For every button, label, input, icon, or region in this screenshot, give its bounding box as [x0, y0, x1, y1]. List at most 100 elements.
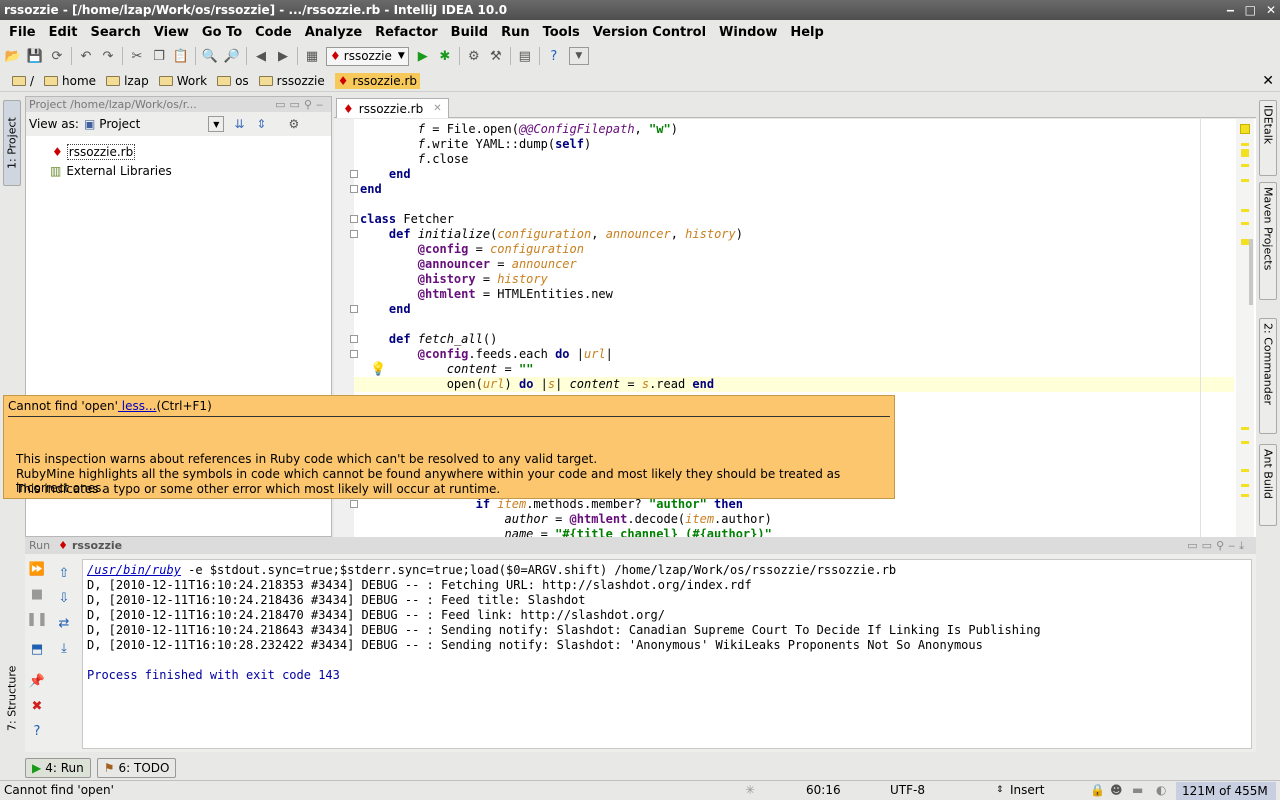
up-arrow-icon[interactable]: ⇧: [55, 564, 73, 582]
menu-edit[interactable]: Edit: [49, 25, 78, 40]
menu-code[interactable]: Code: [255, 25, 292, 40]
settings-icon[interactable]: ⚙: [463, 46, 485, 66]
tab-structure[interactable]: 7: Structure: [3, 652, 21, 744]
notifications-icon[interactable]: ◐: [1156, 781, 1166, 799]
warning-mark[interactable]: [1241, 427, 1249, 430]
event-log-icon[interactable]: ▬: [1132, 781, 1143, 799]
menu-file[interactable]: File: [9, 25, 36, 40]
breadcrumb-lzap[interactable]: lzap: [106, 74, 149, 88]
save-icon[interactable]: 💾: [24, 46, 46, 66]
console-command-link[interactable]: /usr/bin/ruby: [87, 563, 181, 577]
warning-mark[interactable]: [1241, 164, 1249, 167]
panel-header-controls[interactable]: ▭▭⚲‒⤓: [1187, 539, 1248, 553]
breadcrumb-file[interactable]: ♦ rssozzie.rb: [334, 72, 420, 89]
stop-icon[interactable]: ■: [28, 585, 46, 603]
tab-idetalk[interactable]: IDEtalk: [1259, 100, 1277, 176]
menu-analyze[interactable]: Analyze: [305, 25, 362, 40]
tab-todo[interactable]: ⚑ 6: TODO: [96, 758, 177, 778]
menu-build[interactable]: Build: [451, 25, 488, 40]
tab-maven-projects[interactable]: Maven Projects: [1259, 182, 1277, 300]
tree-item-external-libraries[interactable]: ▥ External Libraries: [34, 162, 172, 179]
run-config-select[interactable]: ♦ rssozzie ▼: [326, 46, 409, 66]
warning-mark[interactable]: [1241, 149, 1249, 157]
maximize-button[interactable]: □: [1245, 0, 1256, 20]
warning-mark[interactable]: [1241, 209, 1249, 212]
pin-icon[interactable]: 📌: [28, 672, 46, 690]
fold-marker[interactable]: [350, 500, 358, 508]
forward-icon[interactable]: ▶: [272, 46, 294, 66]
fold-marker[interactable]: [350, 215, 358, 223]
breadcrumb-work[interactable]: Work: [158, 74, 207, 88]
collapse-all-icon[interactable]: ⇕: [256, 117, 266, 131]
undo-icon[interactable]: ↶: [75, 46, 97, 66]
close-icon[interactable]: ✕: [1262, 73, 1274, 89]
menu-tools[interactable]: Tools: [543, 25, 580, 40]
find-icon[interactable]: 🔍: [199, 46, 221, 66]
tab-commander[interactable]: 2: Commander: [1259, 318, 1277, 434]
warning-mark[interactable]: [1241, 239, 1249, 245]
file-icon[interactable]: ▤: [514, 46, 536, 66]
insert-mode[interactable]: Insert: [1010, 781, 1044, 799]
open-icon[interactable]: 📂: [2, 46, 24, 66]
back-icon[interactable]: ◀: [250, 46, 272, 66]
fold-marker[interactable]: [350, 350, 358, 358]
soft-wrap-icon[interactable]: ⇄: [55, 614, 73, 632]
cut-icon[interactable]: ✂: [126, 46, 148, 66]
hector-icon[interactable]: ☻: [1110, 781, 1123, 799]
fold-marker[interactable]: [350, 185, 358, 193]
menu-window[interactable]: Window: [719, 25, 777, 40]
run-icon[interactable]: ▶: [412, 46, 434, 66]
menu-search[interactable]: Search: [90, 25, 140, 40]
tooltip-less-link[interactable]: less...: [118, 399, 157, 413]
menu-version-control[interactable]: Version Control: [593, 25, 706, 40]
breadcrumb-root[interactable]: /: [12, 74, 34, 88]
help-icon[interactable]: ?: [28, 722, 46, 740]
caret-position[interactable]: 60:16: [806, 781, 841, 799]
editor-tab-rssozzie[interactable]: ♦ rssozzie.rb ✕: [336, 98, 449, 118]
tab-run[interactable]: ▶ 4: Run: [25, 758, 91, 778]
warning-mark[interactable]: [1241, 179, 1249, 182]
error-stripe[interactable]: [1236, 119, 1254, 537]
warning-mark[interactable]: [1241, 143, 1249, 146]
warning-mark[interactable]: [1241, 494, 1249, 497]
rerun-icon[interactable]: ⏩: [28, 560, 46, 578]
replace-icon[interactable]: 🔎: [221, 46, 243, 66]
gear-icon[interactable]: ⚙: [288, 117, 299, 131]
make-project-icon[interactable]: ▦: [301, 46, 323, 66]
menu-help[interactable]: Help: [790, 25, 823, 40]
warning-mark[interactable]: [1241, 469, 1249, 472]
fold-marker[interactable]: [350, 230, 358, 238]
restore-layout-icon[interactable]: ⬒: [28, 640, 46, 658]
fold-marker[interactable]: [350, 170, 358, 178]
menu-run[interactable]: Run: [501, 25, 530, 40]
editor-scrollbar-thumb[interactable]: [1249, 239, 1253, 305]
breadcrumb-home[interactable]: home: [44, 74, 96, 88]
inspection-status-icon[interactable]: [1240, 124, 1250, 134]
scroll-from-source-icon[interactable]: ⇊: [234, 117, 244, 131]
fold-marker[interactable]: [350, 305, 358, 313]
minimize-button[interactable]: ‒: [1226, 0, 1234, 20]
menu-goto[interactable]: Go To: [202, 25, 242, 40]
encoding-selector[interactable]: UTF-8: [890, 781, 925, 799]
close-tab-icon[interactable]: ✕: [433, 103, 441, 114]
breadcrumb-os[interactable]: os: [217, 74, 249, 88]
tab-ant-build[interactable]: Ant Build: [1259, 444, 1277, 526]
menu-view[interactable]: View: [154, 25, 189, 40]
toolbar-dropdown-button[interactable]: ▼: [568, 47, 589, 65]
warning-mark[interactable]: [1241, 222, 1249, 225]
lock-icon[interactable]: 🔒: [1090, 781, 1105, 799]
copy-icon[interactable]: ❐: [148, 46, 170, 66]
memory-indicator[interactable]: 121M of 455M: [1176, 782, 1276, 800]
down-arrow-icon[interactable]: ⇩: [55, 589, 73, 607]
run-console[interactable]: /usr/bin/ruby -e $stdout.sync=true;$stde…: [82, 559, 1252, 749]
fold-marker[interactable]: [350, 335, 358, 343]
warning-mark[interactable]: [1241, 441, 1249, 444]
paste-icon[interactable]: 📋: [170, 46, 192, 66]
scroll-to-end-icon[interactable]: ⤓: [55, 639, 73, 657]
redo-icon[interactable]: ↷: [97, 46, 119, 66]
help-icon[interactable]: ?: [543, 46, 565, 66]
project-structure-icon[interactable]: ⚒: [485, 46, 507, 66]
breadcrumb-rssozzie[interactable]: rssozzie: [258, 74, 325, 88]
tab-project[interactable]: 1: Project: [3, 100, 21, 186]
tree-item-rssozzie[interactable]: ♦ rssozzie.rb: [34, 143, 136, 160]
